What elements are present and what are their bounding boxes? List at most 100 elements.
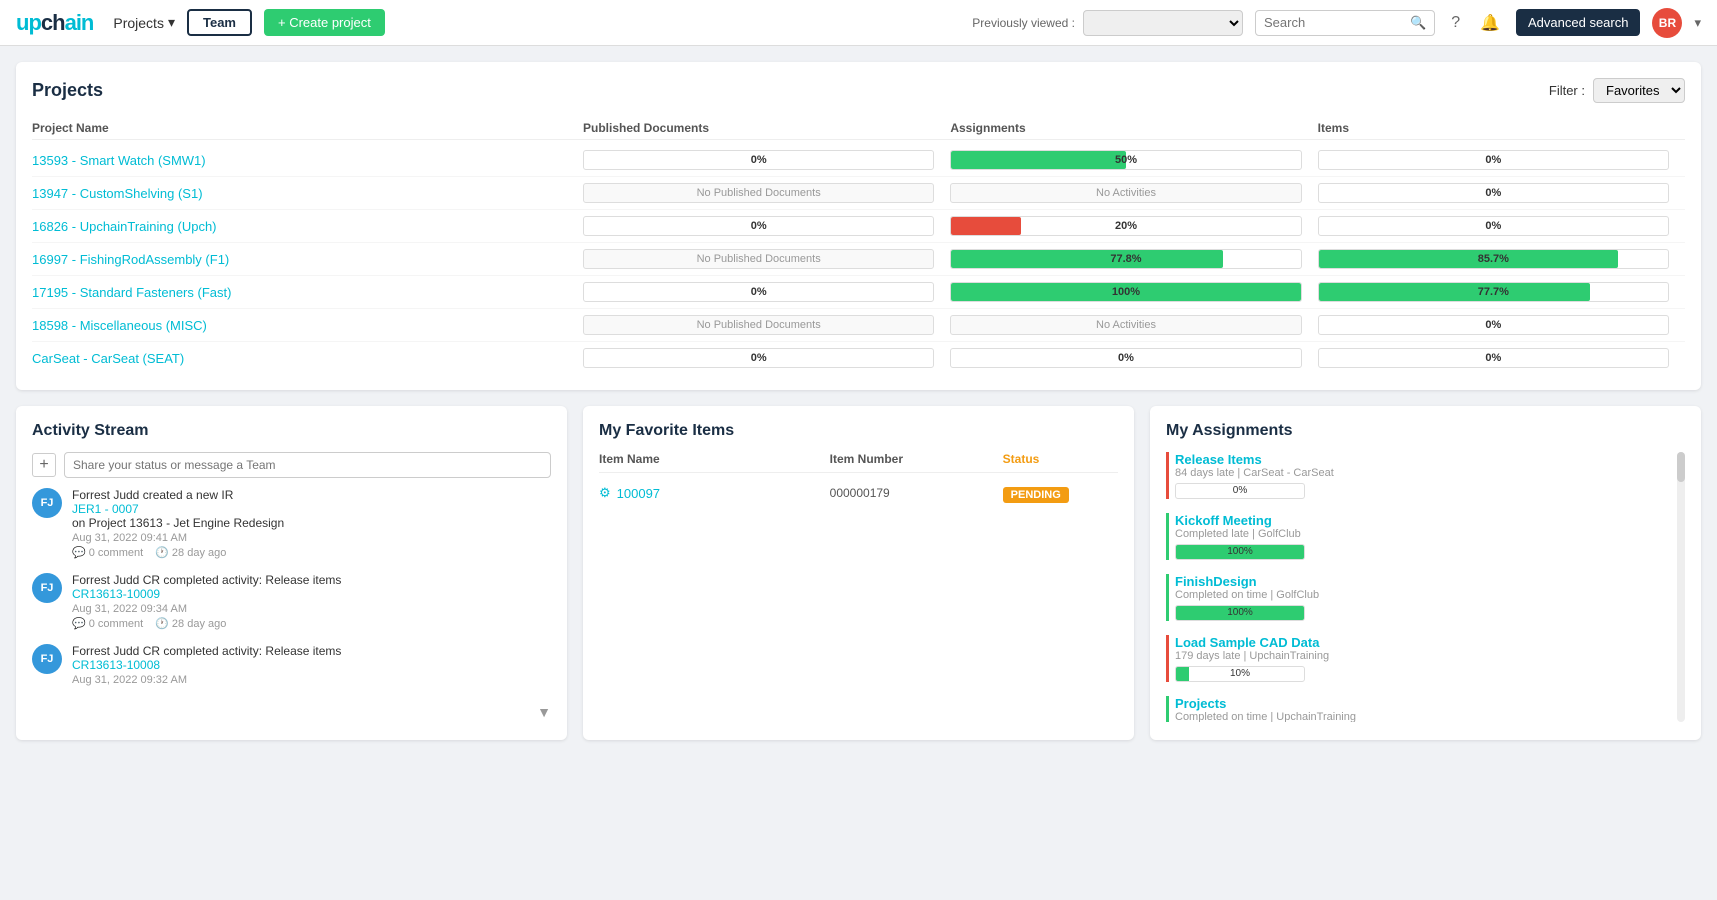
activity-main-text: Forrest Judd CR completed activity: Rele… [72, 644, 551, 658]
project-name-link[interactable]: 13947 - CustomShelving (S1) [32, 186, 203, 201]
project-name-link[interactable]: CarSeat - CarSeat (SEAT) [32, 351, 184, 366]
advanced-search-button[interactable]: Advanced search [1516, 9, 1640, 36]
activity-input[interactable] [64, 452, 551, 478]
projects-table-header: Project Name Published Documents Assignm… [32, 117, 1685, 140]
activity-ref[interactable]: CR13613-10008 [72, 658, 551, 672]
published-docs-cell: No Published Documents [583, 249, 950, 269]
activity-add-button[interactable]: + [32, 453, 56, 477]
published-docs-cell: 0% [583, 348, 950, 368]
fav-col-status: Status [1003, 452, 1118, 466]
project-name-link[interactable]: 18598 - Miscellaneous (MISC) [32, 318, 207, 333]
filter-select[interactable]: Favorites All [1593, 78, 1685, 103]
search-icon: 🔍 [1410, 15, 1426, 31]
main-container: Projects Filter : Favorites All Project … [0, 46, 1717, 756]
projects-section: Projects Filter : Favorites All Project … [16, 62, 1701, 390]
assignments-title: My Assignments [1166, 422, 1685, 440]
previously-viewed-select[interactable] [1083, 10, 1243, 36]
assignment-item: Release Items 84 days late | CarSeat - C… [1166, 452, 1685, 499]
assignment-name[interactable]: Release Items [1175, 452, 1685, 467]
assignments-cell: 20% [950, 216, 1317, 236]
activity-stream-card: Activity Stream + FJ Forrest Judd create… [16, 406, 567, 740]
no-pub-docs-bar: No Published Documents [583, 249, 934, 269]
items-progress-bar: 0% [1318, 216, 1669, 236]
assignments-scroll-area: Release Items 84 days late | CarSeat - C… [1166, 452, 1685, 722]
assignment-progress-label: 100% [1176, 607, 1304, 618]
activity-comments: 💬 0 comment [72, 617, 143, 630]
fav-item-icon: ⚙ [599, 485, 611, 501]
activity-date: Aug 31, 2022 09:32 AM [72, 674, 551, 686]
assign-progress-bar: 100% [950, 282, 1301, 302]
projects-section-header: Projects Filter : Favorites All [32, 78, 1685, 103]
table-row: 13593 - Smart Watch (SMW1)0%50%0% [32, 144, 1685, 177]
assignment-name[interactable]: Load Sample CAD Data [1175, 635, 1685, 650]
assignment-name[interactable]: FinishDesign [1175, 574, 1685, 589]
assignment-item: Kickoff Meeting Completed late | GolfClu… [1166, 513, 1685, 560]
items-cell: 0% [1318, 183, 1685, 203]
assign-progress-bar: 0% [950, 348, 1301, 368]
published-docs-cell: 0% [583, 282, 950, 302]
assignment-name[interactable]: Kickoff Meeting [1175, 513, 1685, 528]
help-icon-button[interactable]: ? [1447, 10, 1464, 36]
bell-icon-button[interactable]: 🔔 [1476, 9, 1504, 37]
project-name-link[interactable]: 13593 - Smart Watch (SMW1) [32, 153, 206, 168]
col-assignments: Assignments [950, 121, 1317, 135]
activity-main-text: Forrest Judd CR completed activity: Rele… [72, 573, 551, 587]
col-items: Items [1318, 121, 1685, 135]
fav-item-name[interactable]: ⚙ 100097 [599, 485, 830, 501]
logo[interactable]: upchain [16, 10, 93, 36]
project-name-link[interactable]: 16997 - FishingRodAssembly (F1) [32, 252, 229, 267]
assignment-meta: 179 days late | UpchainTraining [1175, 650, 1685, 662]
no-pub-docs-bar: No Published Documents [583, 183, 934, 203]
fav-col-number: Item Number [830, 452, 1003, 466]
assignment-progress-label: 100% [1176, 546, 1304, 557]
no-activities-bar: No Activities [950, 183, 1301, 203]
fav-item-link[interactable]: 100097 [617, 486, 660, 501]
activity-content: Forrest Judd CR completed activity: Rele… [72, 573, 551, 630]
items-cell: 77.7% [1318, 282, 1685, 302]
assignment-name[interactable]: Projects [1175, 696, 1685, 711]
filter-row: Filter : Favorites All [1549, 78, 1685, 103]
assignments-card: My Assignments Release Items 84 days lat… [1150, 406, 1701, 740]
assignment-item: Projects Completed on time | UpchainTrai… [1166, 696, 1685, 722]
items-cell: 0% [1318, 216, 1685, 236]
assignments-cell: No Activities [950, 315, 1317, 335]
table-row: 18598 - Miscellaneous (MISC)No Published… [32, 309, 1685, 342]
items-cell: 0% [1318, 150, 1685, 170]
assignments-cell: 0% [950, 348, 1317, 368]
items-cell: 0% [1318, 348, 1685, 368]
assignment-meta: Completed on time | UpchainTraining [1175, 711, 1685, 722]
assignment-progress-label: 0% [1176, 485, 1304, 496]
col-project-name: Project Name [32, 121, 583, 135]
fav-col-name: Item Name [599, 452, 830, 466]
table-row: 17195 - Standard Fasteners (Fast) 0%100% 7… [32, 276, 1685, 309]
table-row: 13947 - CustomShelving (S1) No Published … [32, 177, 1685, 210]
activity-content: Forrest Judd CR completed activity: Rele… [72, 644, 551, 686]
assignments-cell: 77.8% [950, 249, 1317, 269]
scroll-down-arrow[interactable]: ▼ [32, 700, 551, 724]
project-name-link[interactable]: 17195 - Standard Fasteners (Fast) [32, 285, 231, 300]
search-input[interactable] [1264, 15, 1404, 30]
items-cell: 85.7% [1318, 249, 1685, 269]
project-name-link[interactable]: 16826 - UpchainTraining (Upch) [32, 219, 217, 234]
activity-ref[interactable]: CR13613-10009 [72, 587, 551, 601]
assignment-progress-label: 10% [1176, 668, 1304, 679]
pub-docs-progress-bar: 0% [583, 348, 934, 368]
assign-progress-bar: 20% [950, 216, 1301, 236]
avatar-chevron[interactable]: ▾ [1694, 15, 1701, 31]
items-progress-bar: 77.7% [1318, 282, 1669, 302]
items-progress-bar: 0% [1318, 150, 1669, 170]
search-box[interactable]: 🔍 [1255, 10, 1435, 36]
items-cell: 0% [1318, 315, 1685, 335]
nav-projects[interactable]: Projects ▾ [113, 14, 175, 31]
activity-item: FJ Forrest Judd CR completed activity: R… [32, 573, 551, 630]
published-docs-cell: No Published Documents [583, 183, 950, 203]
nav-team-button[interactable]: Team [187, 9, 252, 36]
activity-input-row: + [32, 452, 551, 478]
published-docs-cell: 0% [583, 216, 950, 236]
avatar[interactable]: BR [1652, 8, 1682, 38]
activity-ref[interactable]: JER1 - 0007 [72, 502, 551, 516]
projects-title: Projects [32, 80, 103, 101]
assignment-item: Load Sample CAD Data 179 days late | Upc… [1166, 635, 1685, 682]
create-project-button[interactable]: + Create project [264, 9, 385, 36]
assignment-progress-bar: 10% [1175, 666, 1305, 682]
